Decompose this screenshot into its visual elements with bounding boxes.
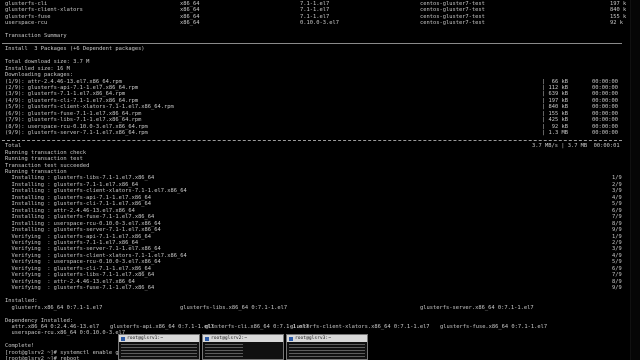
- terminal-cell: [root@glsrv2 ~]# reboot: [5, 356, 80, 360]
- window-preview: [289, 344, 365, 357]
- terminal-line: glusterfs.x86_64 0:7.1-1.el7 glusterfs-li…: [2, 305, 638, 312]
- terminal-line: Verifying : glusterfs-fuse-7.1-1.el7.x86…: [2, 285, 638, 292]
- terminal-cell: userspace-rcu.x86_64 0:0.10.0-3.el7: [5, 330, 126, 337]
- terminal-cell: userspace-rcu: [5, 20, 48, 27]
- terminal-cell: (9/9): glusterfs-server-7.1-1.el7.x86_64…: [5, 130, 148, 137]
- window-preview: [205, 344, 243, 357]
- terminal-cell: | 1.3 MB: [542, 130, 568, 137]
- terminal-icon: [289, 336, 293, 341]
- taskbar-window-glsrv1[interactable]: root@glsrv1:~: [118, 334, 200, 360]
- terminal-cell: centos-gluster7-test: [420, 20, 485, 27]
- terminal-line: Install 3 Packages (+6 Dependent package…: [2, 46, 638, 53]
- terminal-line: Transaction Summary: [2, 33, 638, 40]
- window-preview: [121, 344, 197, 357]
- terminal-line: (9/9): glusterfs-server-7.1-1.el7.x86_64…: [2, 130, 638, 137]
- terminal-line: userspace-rcu x86_64 0.10.0-3.el7 centos-gl…: [2, 20, 638, 27]
- terminal-cell: Transaction Summary: [5, 33, 67, 40]
- terminal-cell: 92 k: [610, 20, 623, 27]
- taskbar-window-glsrv2[interactable]: root@glsrv2:~: [202, 334, 284, 360]
- terminal-cell: 00:00:00: [592, 130, 618, 137]
- terminal-scrollbar[interactable]: [630, 0, 640, 360]
- window-title: root@glsrv3:~: [295, 336, 331, 341]
- terminal-cell: Verifying : glusterfs-fuse-7.1-1.el7.x86…: [5, 285, 155, 292]
- terminal-cell: 0.10.0-3.el7: [300, 20, 339, 27]
- window-title: root@glsrv2:~: [211, 336, 247, 341]
- terminal-cell: 9/9: [612, 285, 622, 292]
- separator-line: [2, 42, 622, 44]
- taskbar-window-glsrv3[interactable]: root@glsrv3:~: [286, 334, 368, 360]
- terminal-cell: x86_64: [180, 20, 200, 27]
- separator-line: [2, 139, 622, 141]
- terminal-cell: glusterfs.x86_64 0:7.1-1.el7: [5, 304, 103, 311]
- terminal-icon: [121, 336, 125, 341]
- terminal-window[interactable]: glusterfs-cli x86_64 7.1-1.el7 centos-glust…: [0, 0, 640, 360]
- terminal-cell: Install 3 Packages (+6 Dependent package…: [5, 46, 145, 53]
- terminal-icon: [205, 336, 209, 341]
- window-title: root@glsrv1:~: [127, 336, 163, 341]
- terminal-cell: glusterfs-server.x86_64 0:7.1-1.el7: [420, 304, 534, 311]
- terminal-cell: glusterfs-libs.x86_64 0:7.1-1.el7: [180, 304, 288, 311]
